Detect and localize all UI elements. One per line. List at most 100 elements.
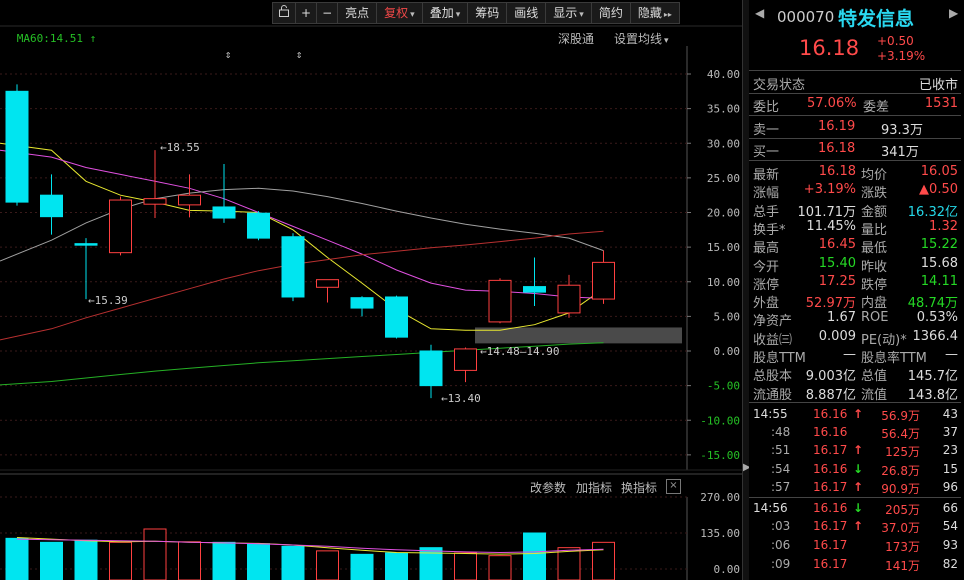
divider (749, 402, 961, 403)
stat-value: 52.97万 (805, 296, 856, 312)
ask1-price: 16.19 (818, 119, 856, 134)
stat-value: 11.45% (806, 218, 856, 234)
stat-label: 金额 (861, 204, 888, 220)
change-pct: +3.19% (877, 49, 926, 63)
tick-price: 16.17 (813, 443, 848, 457)
lock-button[interactable] (272, 2, 296, 24)
ma-legend-prefix: ㅤ (0, 32, 11, 45)
candle-body (178, 194, 201, 206)
stock-code: 000070 (777, 8, 835, 26)
candle-body (488, 279, 512, 323)
candle-body (74, 243, 98, 246)
tick-row[interactable]: :51 16.17 ↑ 125万 23 (749, 442, 960, 461)
toolbar-button-5[interactable]: 叠加 ▾ (421, 2, 469, 24)
volume-bar (178, 541, 201, 580)
stat-value: 16.32亿 (907, 204, 958, 220)
bid1-row[interactable]: 买一 16.18 341万 (749, 140, 960, 160)
stat-label: 跌停 (861, 277, 888, 293)
tick-count: 43 (942, 407, 958, 421)
stat-value: 143.8亿 (907, 387, 958, 403)
tick-row[interactable]: 14:56 16.16 ↓ 205万 66 (749, 500, 960, 519)
divider (749, 70, 961, 71)
chevron-down-icon: ▾ (410, 10, 415, 20)
stat-label: 换手* (753, 222, 786, 238)
toolbar-button-7[interactable]: 画线 (506, 2, 547, 24)
prev-stock-icon[interactable]: ◀ (755, 6, 764, 20)
tick-count: 93 (942, 538, 958, 552)
tick-row[interactable]: :54 16.16 ↓ 26.8万 15 (749, 461, 960, 480)
tick-time: 14:56 (753, 501, 788, 515)
stat-value: 16.05 (920, 164, 958, 179)
tick-time: :51 (771, 443, 791, 457)
tick-volume: 141万 (885, 559, 920, 573)
tick-row[interactable]: :57 16.17 ↑ 90.9万 96 (749, 479, 960, 498)
stat-label: 均价 (861, 168, 888, 183)
toolbar-button-6[interactable]: 筹码 (467, 2, 508, 24)
stat-value: 8.887亿 (805, 387, 856, 403)
candle-body (385, 296, 408, 338)
price-tick-label: 35.00 (707, 103, 740, 116)
tick-row[interactable]: :03 16.17 ↑ 37.0万 54 (749, 518, 960, 537)
switch-indicator-button[interactable]: 换指标 (621, 479, 657, 496)
stock-name: 特发信息 (838, 8, 915, 30)
zoom-in-button[interactable]: + (295, 2, 318, 24)
kline-chart-area[interactable]: 40.00 35.00 30.00 25.00 20.00 15.00 10.00 5.00 0… (0, 0, 742, 580)
up-arrow-icon: ↑ (853, 519, 864, 533)
webi-row: 委比 57.06% 委差 1531 (749, 95, 960, 115)
price-range-band (475, 327, 682, 344)
divider (749, 497, 961, 498)
tick-row[interactable]: 14:55 16.16 ↑ 56.9万 43 (749, 406, 960, 425)
candle-body (109, 199, 132, 254)
stat-value: 15.68 (920, 255, 958, 271)
toolbar-button-9[interactable]: 简约 (590, 2, 631, 24)
tick-volume: 173万 (885, 540, 920, 554)
volume-bar (5, 537, 29, 580)
toolbar-label: 简约 (598, 6, 623, 20)
volume-bar (523, 532, 546, 580)
stat-label: 昨收 (861, 259, 888, 275)
ma-settings-button[interactable]: 设置均线 ▾ (614, 30, 669, 47)
add-indicator-button[interactable]: 加指标 (576, 479, 612, 496)
high-annotation: ←18.55 (160, 141, 200, 154)
stat-value: 145.7亿 (907, 369, 958, 385)
tick-volume: 205万 (885, 503, 920, 517)
stat-label: 涨跌 (861, 186, 888, 202)
tick-row[interactable]: :06 16.17 173万 93 (749, 537, 960, 556)
toolbar-button-10[interactable]: 隐藏 ▸▸ (629, 2, 680, 24)
toolbar-button-3[interactable]: 亮点 (337, 2, 378, 24)
weicha-value: 1531 (924, 96, 958, 111)
stat-value: — (843, 347, 856, 362)
edit-params-button[interactable]: 改参数 (530, 479, 566, 496)
candle-body (281, 236, 305, 298)
toolbar-button-4[interactable]: 复权 ▾ (376, 2, 423, 24)
candle-body (5, 90, 29, 203)
webi-label: 委比 (753, 100, 780, 115)
toolbar-label: 画线 (514, 6, 539, 20)
zoom-in-icon: + (301, 6, 312, 20)
lock-icon (278, 5, 290, 20)
candle-body (212, 206, 236, 219)
tick-volume: 90.9万 (881, 482, 920, 496)
tick-count: 54 (942, 519, 958, 533)
stat-value: +3.19% (803, 182, 856, 198)
shgt-link[interactable]: 深股通 (558, 30, 594, 47)
stat-label: 量比 (861, 222, 888, 238)
stat-value: 1.32 (929, 218, 958, 234)
stats-row: 外盘 52.97万 内盘 48.74万 (749, 291, 960, 312)
tick-row[interactable]: :09 16.17 141万 82 (749, 556, 960, 575)
tick-volume: 26.8万 (881, 464, 920, 478)
close-indicator-icon[interactable]: × (666, 479, 681, 494)
next-stock-icon[interactable]: ▶ (949, 6, 958, 20)
volume-tick-label: 135.00 (700, 527, 740, 540)
stat-value: 16.45 (818, 237, 856, 253)
expand-icon: ▸▸ (663, 10, 672, 19)
down-arrow-icon: ↓ (853, 462, 864, 476)
ask1-row[interactable]: 卖一 16.19 93.3万 (749, 118, 960, 138)
zoom-out-button[interactable]: − (316, 2, 339, 24)
candle-body (454, 348, 477, 371)
tick-row[interactable]: :48 16.16 56.4万 37 (749, 424, 960, 443)
toolbar-button-8[interactable]: 显示 ▾ (545, 2, 592, 24)
stat-value: 17.25 (818, 273, 856, 289)
candle-body (143, 198, 167, 205)
volume-tick-label: 0.00 (714, 563, 741, 576)
